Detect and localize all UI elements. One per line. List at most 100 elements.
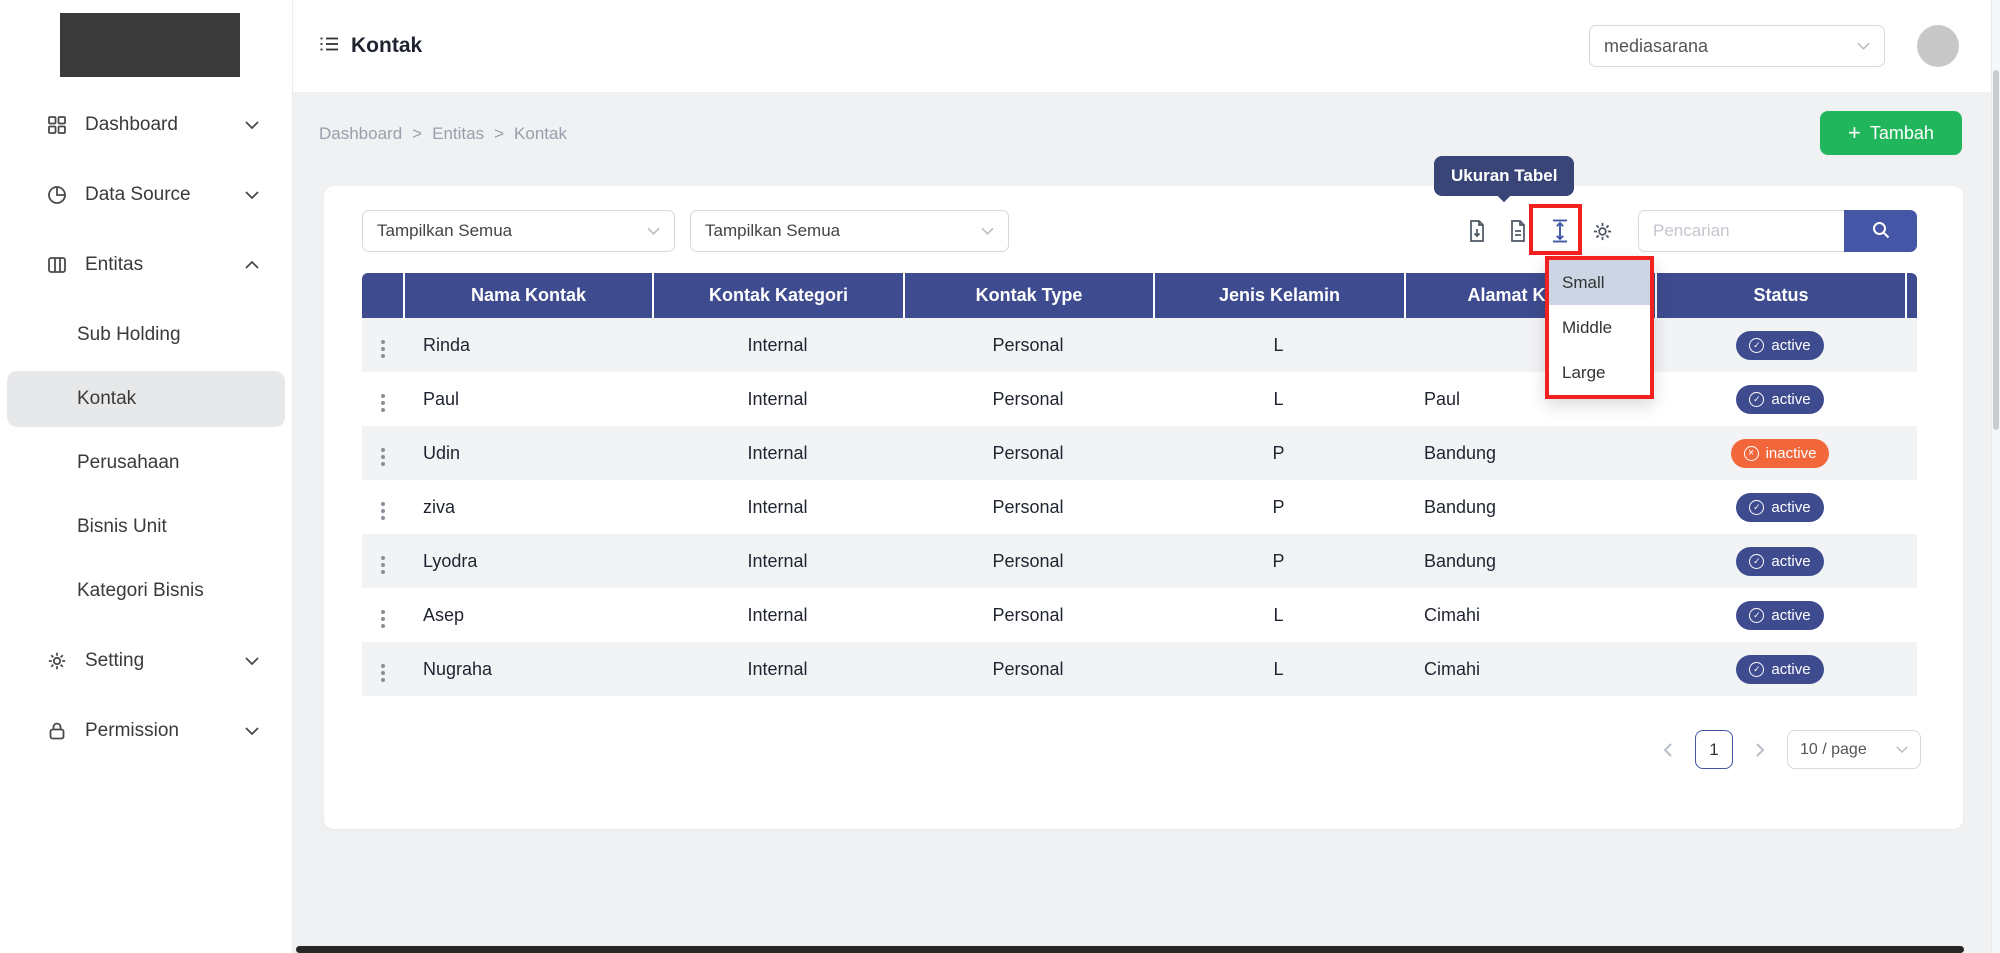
sidebar-item-permission[interactable]: Permission xyxy=(7,703,285,759)
sidebar-item-dashboard[interactable]: Dashboard xyxy=(7,97,285,153)
vertical-scrollbar-thumb[interactable] xyxy=(1993,70,1999,430)
sidebar-item-setting[interactable]: Setting xyxy=(7,633,285,689)
settings-gear-icon[interactable] xyxy=(1591,220,1614,243)
cell-nama: Paul xyxy=(403,372,652,426)
add-button[interactable]: Tambah xyxy=(1820,111,1962,155)
search-icon xyxy=(1871,220,1891,243)
cell-nama: Asep xyxy=(403,588,652,642)
size-option-middle[interactable]: Middle xyxy=(1549,305,1650,350)
sidebar-item-label: Dashboard xyxy=(85,114,245,136)
chevron-down-icon xyxy=(245,121,259,129)
table-row: Rinda Internal Personal L active xyxy=(362,318,1917,372)
cell-status: active xyxy=(1655,318,1905,372)
chevron-down-icon xyxy=(245,657,259,665)
page-title: Kontak xyxy=(351,34,422,58)
next-page-icon[interactable] xyxy=(1755,742,1765,758)
close-circle-icon xyxy=(1744,446,1759,461)
check-circle-icon xyxy=(1749,392,1764,407)
cell-type: Personal xyxy=(903,588,1153,642)
row-drag-handle-icon[interactable] xyxy=(381,347,385,351)
cell-gender: P xyxy=(1153,480,1404,534)
chevron-down-icon xyxy=(1896,746,1908,753)
status-badge: active xyxy=(1736,601,1823,630)
status-badge: inactive xyxy=(1731,439,1830,468)
sidebar-item-label: Setting xyxy=(85,650,245,672)
row-drag-handle-icon[interactable] xyxy=(381,671,385,675)
sidebar-item-bisnis-unit[interactable]: Bisnis Unit xyxy=(7,499,285,555)
cell-type: Personal xyxy=(903,534,1153,588)
row-drag-handle-icon[interactable] xyxy=(381,401,385,405)
contacts-table: Nama Kontak Kontak Kategori Kontak Type … xyxy=(362,273,1917,696)
search-button[interactable] xyxy=(1844,210,1917,252)
cell-kategori: Internal xyxy=(652,642,903,696)
filter-select-2[interactable]: Tampilkan Semua xyxy=(690,210,1009,252)
search-bar xyxy=(1638,210,1917,252)
sidebar-item-entitas[interactable]: Entitas xyxy=(7,237,285,293)
grid-icon xyxy=(45,114,69,136)
cell-kategori: Internal xyxy=(652,426,903,480)
vertical-scrollbar xyxy=(1991,0,2000,953)
cell-nama: Nugraha xyxy=(403,642,652,696)
chevron-down-icon xyxy=(1857,42,1870,50)
cell-kategori: Internal xyxy=(652,534,903,588)
status-badge: active xyxy=(1736,547,1823,576)
col-kontak-type: Kontak Type xyxy=(903,273,1153,318)
cell-alamat: Bandung xyxy=(1404,426,1655,480)
filter-select-1-value: Tampilkan Semua xyxy=(377,221,512,241)
row-drag-handle-icon[interactable] xyxy=(381,455,385,459)
cell-gender: L xyxy=(1153,372,1404,426)
sidebar-item-kategori-bisnis[interactable]: Kategori Bisnis xyxy=(7,563,285,619)
pagination: 1 10 / page xyxy=(1663,730,1921,769)
cell-status: inactive xyxy=(1655,426,1905,480)
col-nama-kontak: Nama Kontak xyxy=(403,273,652,318)
table-row: Paul Internal Personal L Paul active xyxy=(362,372,1917,426)
list-icon xyxy=(319,36,339,57)
sidebar-item-label: Kategori Bisnis xyxy=(77,580,204,602)
column-height-icon[interactable] xyxy=(1548,218,1572,244)
sidebar-item-kontak[interactable]: Kontak xyxy=(7,371,285,427)
lock-icon xyxy=(45,720,69,742)
chevron-up-icon xyxy=(245,261,259,269)
breadcrumb: Dashboard > Entitas > Kontak xyxy=(319,124,567,144)
sidebar-item-label: Entitas xyxy=(85,254,245,276)
cell-gender: L xyxy=(1153,642,1404,696)
status-badge: active xyxy=(1736,331,1823,360)
cell-type: Personal xyxy=(903,642,1153,696)
export-file-icon[interactable] xyxy=(1466,219,1488,243)
sidebar-item-sub-holding[interactable]: Sub Holding xyxy=(7,307,285,363)
tenant-select[interactable]: mediasarana xyxy=(1589,25,1885,67)
cell-nama: Udin xyxy=(403,426,652,480)
sidebar-item-data-source[interactable]: Data Source xyxy=(7,167,285,223)
page-size-select[interactable]: 10 / page xyxy=(1787,730,1921,769)
file-text-icon[interactable] xyxy=(1507,219,1529,243)
row-drag-handle-icon[interactable] xyxy=(381,617,385,621)
col-jenis-kelamin: Jenis Kelamin xyxy=(1153,273,1404,318)
filter-select-1[interactable]: Tampilkan Semua xyxy=(362,210,675,252)
cell-status: active xyxy=(1655,642,1905,696)
row-drag-handle-icon[interactable] xyxy=(381,509,385,513)
chevron-down-icon xyxy=(245,191,259,199)
size-option-small[interactable]: Small xyxy=(1549,260,1650,305)
avatar[interactable] xyxy=(1917,25,1959,67)
page-number[interactable]: 1 xyxy=(1695,730,1733,769)
status-badge: active xyxy=(1736,385,1823,414)
cell-kategori: Internal xyxy=(652,372,903,426)
breadcrumb-item-entitas[interactable]: Entitas xyxy=(432,124,484,144)
cell-nama: ziva xyxy=(403,480,652,534)
sidebar-item-perusahaan[interactable]: Perusahaan xyxy=(7,435,285,491)
horizontal-scrollbar-thumb[interactable] xyxy=(296,946,1964,953)
table-size-menu: Small Middle Large xyxy=(1545,256,1654,399)
cell-nama: Lyodra xyxy=(403,534,652,588)
cell-gender: P xyxy=(1153,534,1404,588)
size-option-large[interactable]: Large xyxy=(1549,350,1650,395)
sidebar-item-label: Perusahaan xyxy=(77,452,179,474)
prev-page-icon[interactable] xyxy=(1663,742,1673,758)
cell-type: Personal xyxy=(903,480,1153,534)
entity-icon xyxy=(45,254,69,276)
search-input[interactable] xyxy=(1638,210,1844,252)
cell-kategori: Internal xyxy=(652,318,903,372)
row-drag-handle-icon[interactable] xyxy=(381,563,385,567)
breadcrumb-item-dashboard[interactable]: Dashboard xyxy=(319,124,402,144)
cell-type: Personal xyxy=(903,318,1153,372)
check-circle-icon xyxy=(1749,608,1764,623)
